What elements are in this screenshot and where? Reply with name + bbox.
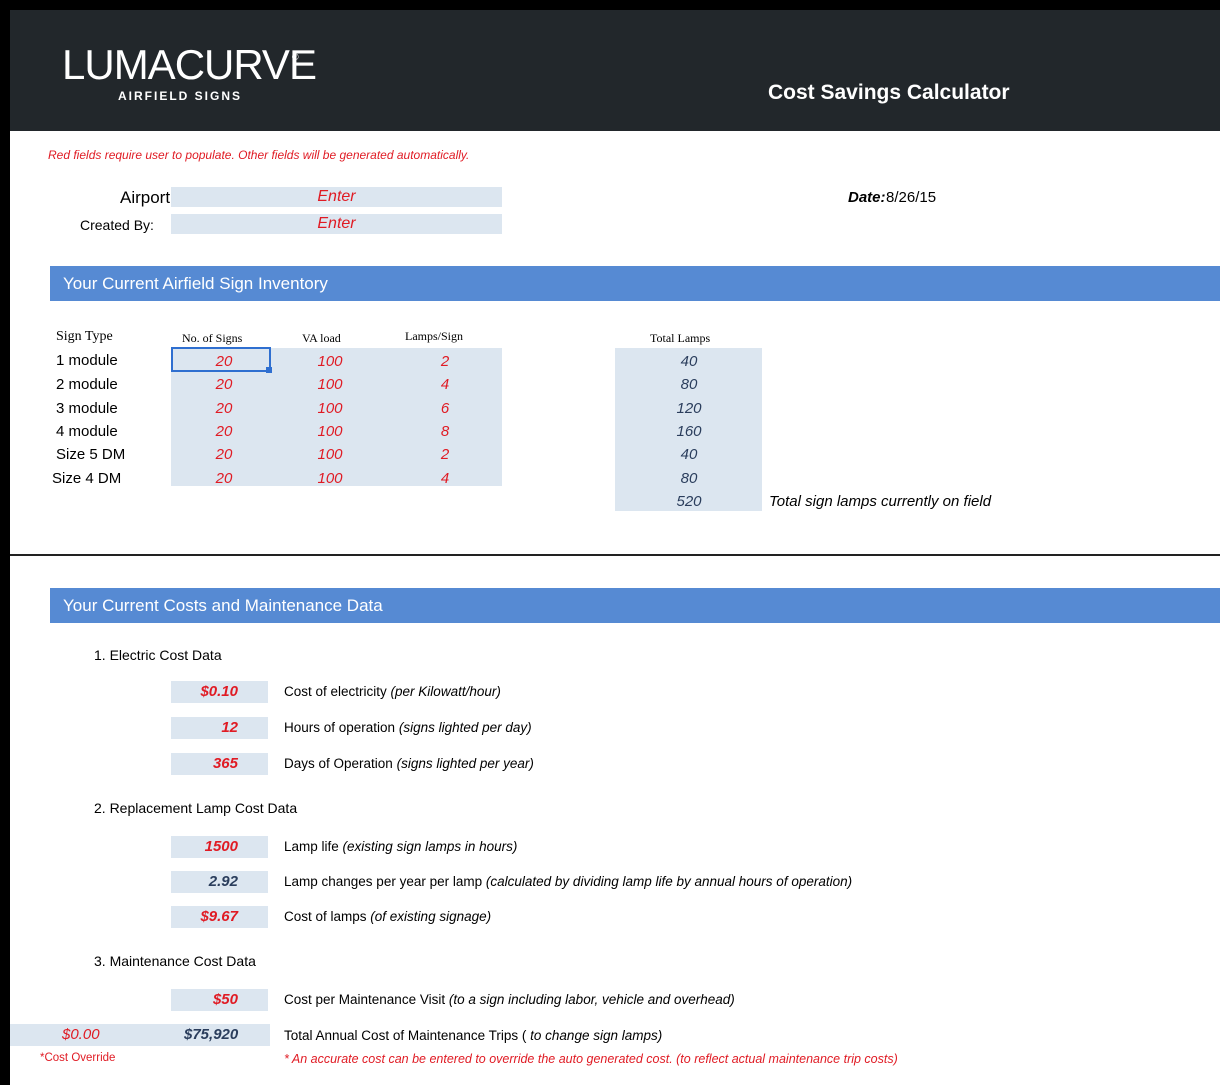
annual-maintenance-cost: $75,920 [184,1026,239,1043]
page-title: Cost Savings Calculator [768,81,1010,104]
fill-handle[interactable] [266,367,272,373]
electricity-cost-desc: Cost of electricity (per Kilowatt/hour) [284,684,501,699]
annual-maintenance-desc: Total Annual Cost of Maintenance Trips (… [284,1028,662,1043]
annual-maintenance-label: Total Annual Cost of Maintenance Trips [284,1028,519,1043]
total-lamps-cell: 120 [676,400,702,417]
inventory-section-header: Your Current Airfield Sign Inventory [50,266,1220,301]
annual-maintenance-hint-open: ( [521,1028,531,1043]
grand-total-lamps: 520 [676,493,702,510]
cost-override-input[interactable]: $0.00 [62,1026,100,1043]
va-cell[interactable]: 100 [280,420,380,443]
lamp-cost-label: Cost of lamps [284,909,367,924]
maintenance-visit-input[interactable]: $50 [171,989,268,1011]
lamp-changes-desc: Lamp changes per year per lamp (calculat… [284,874,852,889]
signs-cell[interactable]: 20 [174,397,274,420]
sign-type-label: 4 module [56,423,118,440]
va-cell[interactable]: 100 [280,373,380,396]
lamps-cell[interactable]: 6 [395,397,495,420]
lamp-cost-input[interactable]: $9.67 [171,906,268,928]
sign-type-label: Size 4 DM [52,470,122,487]
va-cell[interactable]: 100 [280,350,380,373]
grand-total-label: Total sign lamps currently on field [769,493,992,510]
airport-label: Airport: [120,188,175,207]
logo-subtitle: AIRFIELD SIGNS [118,89,243,103]
col-va-load: VA load [302,331,341,345]
signs-cell[interactable]: 20 [174,443,274,466]
header-bar: LUMACURVE ® AIRFIELD SIGNS Cost Savings … [10,10,1220,131]
lamps-cell[interactable]: 2 [395,350,495,373]
spreadsheet-page: LUMACURVE ® AIRFIELD SIGNS Cost Savings … [10,10,1220,1085]
lamp-life-hint: (existing sign lamps in hours) [342,839,518,854]
maintenance-visit-desc: Cost per Maintenance Visit (to a sign in… [284,992,735,1007]
va-cell[interactable]: 100 [280,397,380,420]
signs-cell[interactable]: 20 [174,373,274,396]
total-lamps-cell: 40 [680,446,698,463]
hours-operation-input[interactable]: 12 [171,717,268,739]
lamps-cell[interactable]: 4 [395,373,495,396]
date-label: Date: [848,189,886,206]
hours-operation-desc: Hours of operation (signs lighted per da… [284,720,532,735]
electricity-cost-input[interactable]: $0.10 [171,681,268,703]
created-by-label: Created By: [80,217,154,233]
days-operation-label: Days of Operation [284,756,393,771]
lamp-life-desc: Lamp life (existing sign lamps in hours) [284,839,517,854]
total-lamps-cell: 80 [680,376,698,393]
hours-operation-label: Hours of operation [284,720,396,735]
lamp-changes-value: 2.92 [171,871,268,893]
override-note: * An accurate cost can be entered to ove… [284,1052,898,1066]
sign-type-label: 3 module [56,400,118,417]
col-total-lamps: Total Lamps [650,331,711,345]
total-lamps-cell: 40 [680,353,698,370]
cell-selection [171,347,271,372]
lamps-cell[interactable]: 8 [395,420,495,443]
maintenance-visit-label: Cost per Maintenance Visit [284,992,446,1007]
electricity-cost-hint: (per Kilowatt/hour) [390,684,501,699]
lamp-changes-label: Lamp changes per year per lamp [284,874,483,889]
annual-maintenance-hint: to change sign lamps) [530,1028,663,1043]
total-lamps-cell: 80 [680,470,698,487]
lamps-cell[interactable]: 4 [395,467,495,490]
costs-section-title: Your Current Costs and Maintenance Data [63,596,383,615]
electricity-cost-label: Cost of electricity [284,684,387,699]
col-lamps-per-sign: Lamps/Sign [405,329,464,343]
date-value: 8/26/15 [886,189,937,206]
lamp-cost-hint: (of existing signage) [370,909,492,924]
days-operation-desc: Days of Operation (signs lighted per yea… [284,756,534,771]
total-lamps-cell: 160 [676,423,702,440]
maintenance-visit-hint: (to a sign including labor, vehicle and … [448,992,735,1007]
sign-type-label: 2 module [56,376,118,393]
inventory-section-title: Your Current Airfield Sign Inventory [63,274,328,293]
logo-registered-mark: ® [292,52,299,62]
days-operation-input[interactable]: 365 [171,753,268,775]
electric-heading: 1. Electric Cost Data [94,647,222,663]
lamp-cost-desc: Cost of lamps (of existing signage) [284,909,491,924]
lamp-life-input[interactable]: 1500 [171,836,268,858]
costs-section-header: Your Current Costs and Maintenance Data [50,588,1220,623]
days-operation-hint: (signs lighted per year) [396,756,534,771]
lamp-changes-hint: (calculated by dividing lamp life by ann… [485,874,853,889]
signs-cell[interactable]: 20 [174,467,274,490]
col-sign-type: Sign Type [56,329,113,344]
lamp-heading: 2. Replacement Lamp Cost Data [94,800,298,816]
sign-type-label: 1 module [56,352,118,369]
va-cell[interactable]: 100 [280,467,380,490]
cost-override-label: *Cost Override [40,1052,116,1064]
sign-type-label: Size 5 DM [56,446,126,463]
lamp-life-label: Lamp life [284,839,339,854]
va-cell[interactable]: 100 [280,443,380,466]
instructions-note: Red fields require user to populate. Oth… [48,148,470,162]
maintenance-heading: 3. Maintenance Cost Data [94,953,256,969]
col-no-of-signs: No. of Signs [182,331,243,345]
airport-input[interactable]: Enter [171,187,502,207]
signs-cell[interactable]: 20 [174,420,274,443]
lamps-cell[interactable]: 2 [395,443,495,466]
created-by-input[interactable]: Enter [171,214,502,234]
section-divider [10,554,1220,556]
logo: LUMACURVE [62,41,317,88]
hours-operation-hint: (signs lighted per day) [398,720,532,735]
